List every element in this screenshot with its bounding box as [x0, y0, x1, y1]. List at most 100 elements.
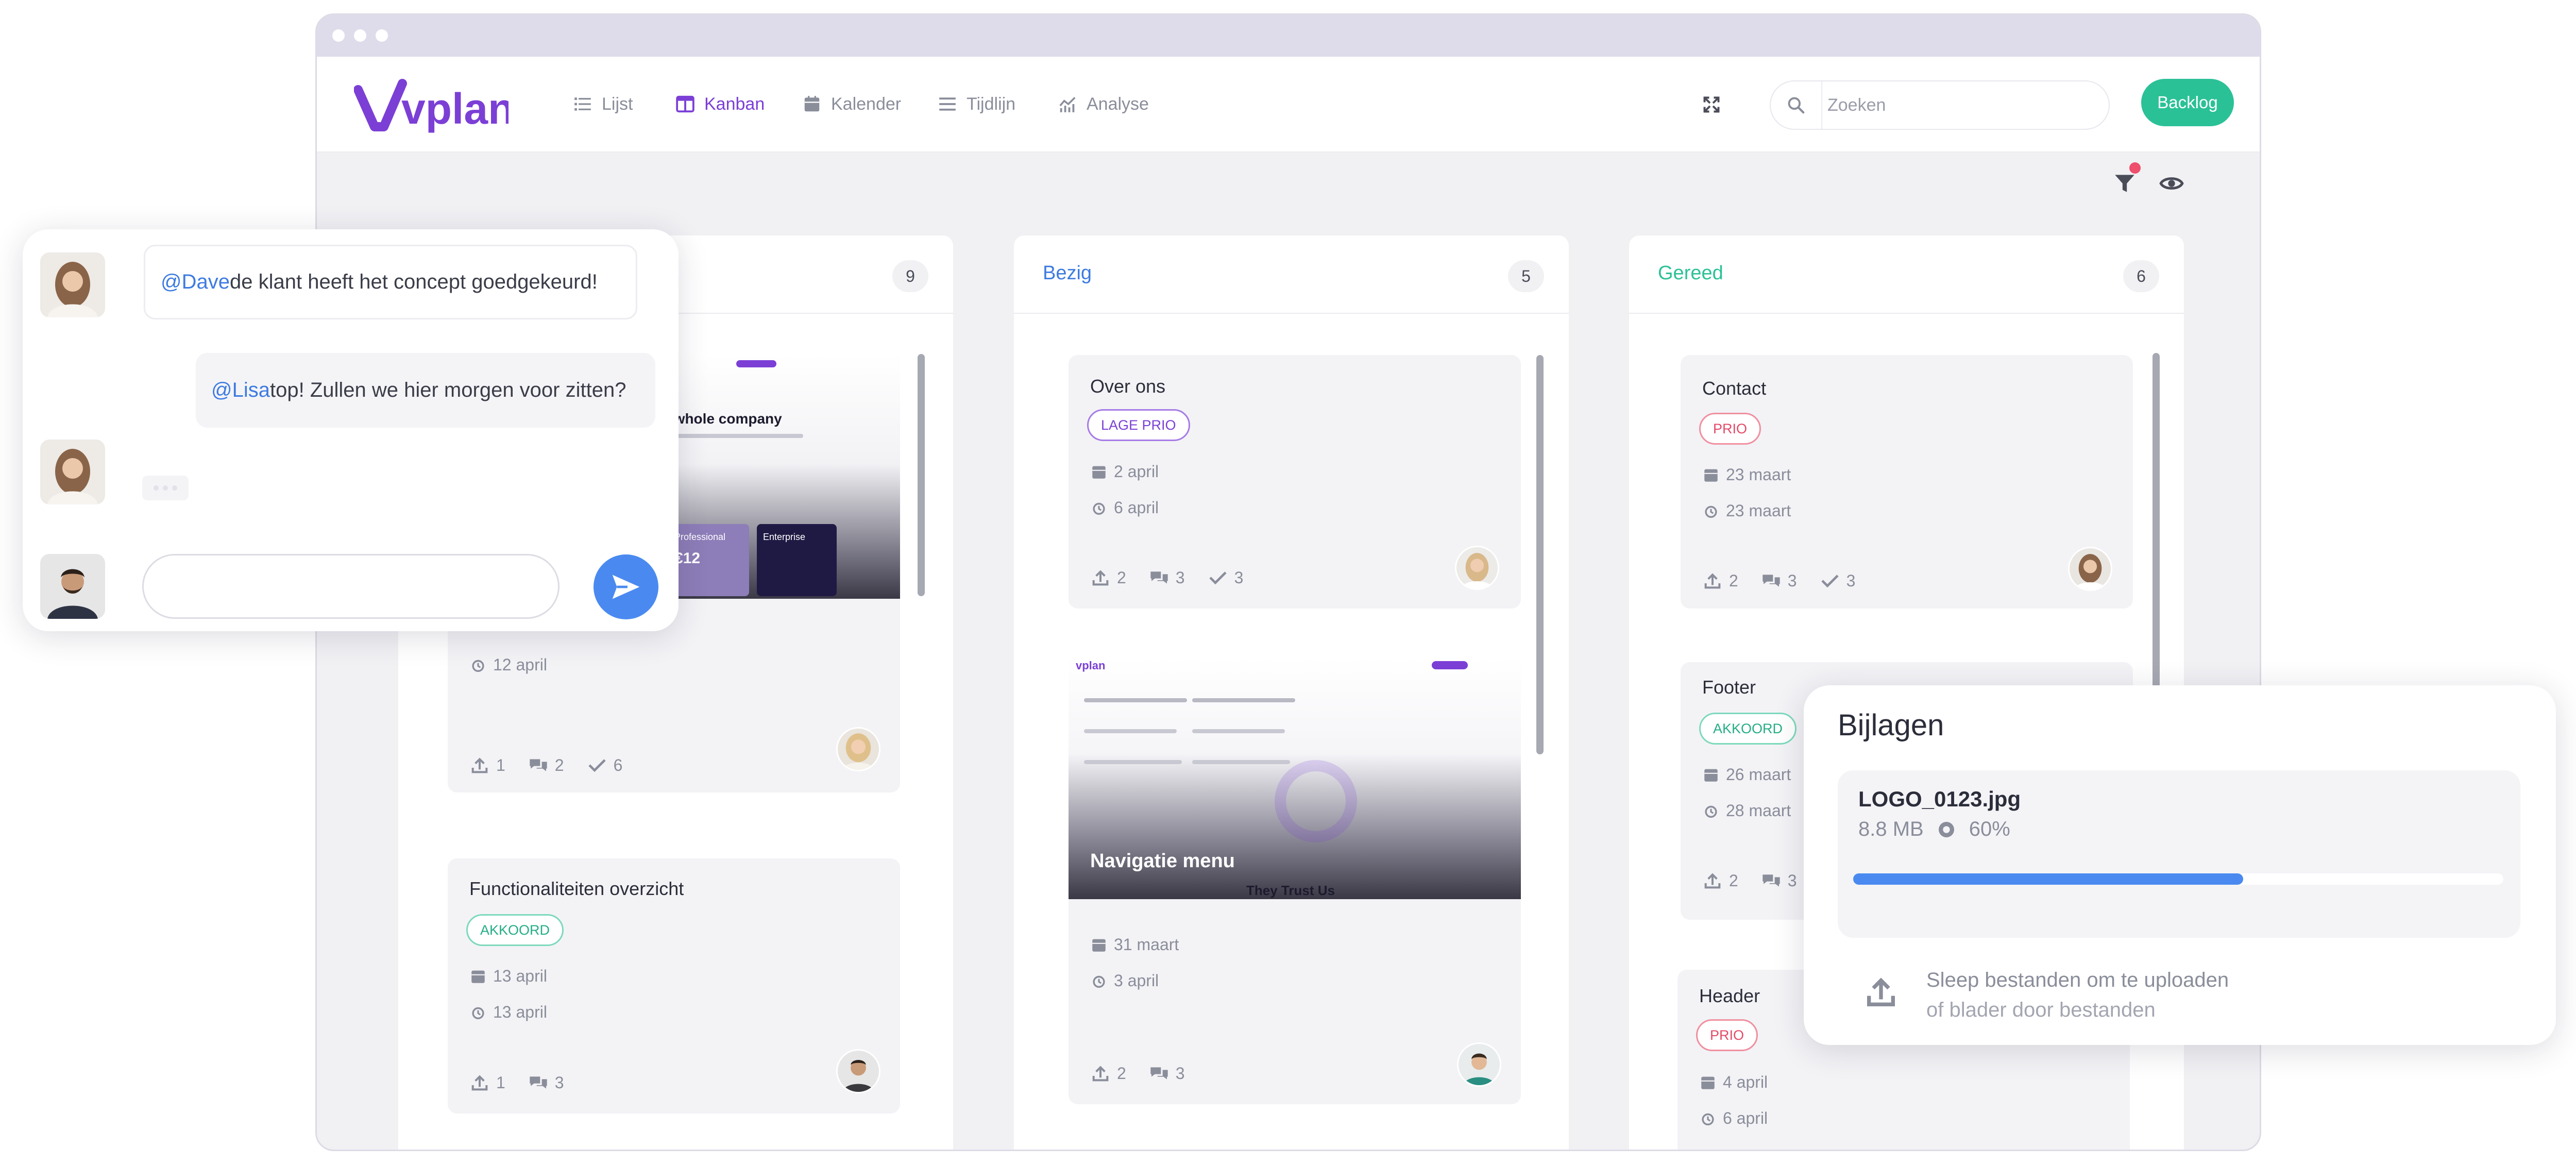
- window-dot[interactable]: [354, 29, 366, 42]
- comments-icon: [1150, 1067, 1168, 1079]
- assignee-avatar[interactable]: [836, 727, 880, 771]
- start-date-text: 26 maart: [1726, 765, 1791, 784]
- search-icon[interactable]: [1771, 81, 1822, 129]
- card-start-date: 26 maart: [1702, 765, 1791, 784]
- upload-icon: [1092, 1066, 1109, 1082]
- column-header: Gereed 6: [1629, 235, 2184, 314]
- file-meta: 8.8 MB 60%: [1858, 818, 2010, 841]
- task-card[interactable]: vplan They Trust Us Navigatie menu 31 ma…: [1069, 657, 1521, 1104]
- task-card[interactable]: Over ons LAGE PRIO 2 april 6 april 2 3 3: [1069, 355, 1521, 609]
- task-card[interactable]: Functionaliteiten overzicht AKKOORD 13 a…: [448, 858, 900, 1114]
- backlog-button[interactable]: Backlog: [2141, 79, 2234, 126]
- due-date-text: 6 april: [1723, 1109, 1768, 1127]
- column-scrollbar[interactable]: [1536, 355, 1544, 754]
- card-due-date: 6 april: [1699, 1109, 1768, 1128]
- card-stats: 2 3: [1702, 870, 1797, 891]
- search-input[interactable]: [1827, 89, 2095, 122]
- card-due-date: 6 april: [1090, 498, 1159, 517]
- attachment-count-text: 2: [1117, 1064, 1126, 1083]
- user-avatar-dave[interactable]: [40, 554, 105, 619]
- status-badge: PRIO: [1699, 413, 1761, 445]
- progress-ring-icon: [1938, 821, 1954, 837]
- nav-tab-analyse[interactable]: Analyse: [1058, 89, 1149, 120]
- comments-icon: [1762, 575, 1780, 587]
- card-stats: 1 2 6: [469, 755, 622, 775]
- start-date-text: 13 april: [493, 967, 547, 985]
- status-badge: AKKOORD: [1699, 713, 1797, 745]
- nav-label: Lijst: [602, 94, 633, 114]
- mention-lisa[interactable]: @Lisa: [211, 379, 270, 402]
- comment-count-text: 3: [1175, 568, 1185, 587]
- due-date-text: 28 maart: [1726, 801, 1791, 820]
- status-badge: PRIO: [1696, 1019, 1758, 1051]
- calendar-icon: [1092, 939, 1106, 952]
- attachment-count: 2: [1702, 570, 1738, 591]
- due-date-text: 23 maart: [1726, 501, 1791, 520]
- nav-tab-tijdlijn[interactable]: Tijdlijn: [938, 89, 1015, 120]
- alarm-icon: [472, 1007, 484, 1019]
- attachment-count: 2: [1702, 870, 1738, 891]
- alarm-icon: [1705, 805, 1717, 818]
- card-start-date: 23 maart: [1702, 465, 1791, 484]
- nav-tab-kalender[interactable]: Kalender: [802, 89, 901, 120]
- check-count: 3: [1208, 567, 1243, 588]
- start-date-text: 23 maart: [1726, 465, 1791, 484]
- top-navigation: vplan Lijst Kanban Kalender Tijdlijn Ana…: [317, 57, 2260, 153]
- alarm-icon: [1705, 505, 1717, 518]
- calendar-icon: [1704, 769, 1718, 782]
- nav-tab-lijst[interactable]: Lijst: [573, 89, 633, 120]
- comment-count-text: 3: [1787, 871, 1797, 890]
- upload-dropzone[interactable]: Sleep bestanden om te uploaden of blader…: [1838, 953, 2520, 1025]
- upload-progress-fill: [1853, 873, 2244, 885]
- user-avatar-lisa[interactable]: [40, 440, 105, 504]
- alarm-icon: [1702, 1113, 1714, 1125]
- preview-line: [669, 434, 803, 438]
- comment-count: 3: [1761, 870, 1797, 891]
- card-stats: 2 3 3: [1702, 570, 1855, 591]
- preview-footer-text: They Trust Us: [1246, 883, 1335, 898]
- browse-files-link[interactable]: of blader door bestanden: [1926, 999, 2156, 1022]
- window-dot[interactable]: [332, 29, 345, 42]
- check-count-text: 3: [1846, 571, 1856, 590]
- upload-icon: [1092, 570, 1109, 586]
- assignee-avatar[interactable]: [1457, 1042, 1501, 1087]
- column-scrollbar[interactable]: [918, 354, 925, 596]
- comment-count-text: 3: [554, 1073, 564, 1092]
- vplan-logo[interactable]: vplan: [354, 69, 509, 136]
- mention-dave[interactable]: @Dave: [161, 271, 230, 294]
- filter-icon[interactable]: [2112, 171, 2138, 196]
- send-icon: [612, 575, 640, 599]
- nav-tab-kanban[interactable]: Kanban: [675, 89, 765, 120]
- alarm-icon: [1093, 975, 1105, 988]
- window-titlebar: [317, 15, 2260, 57]
- comment-count-text: 2: [554, 755, 564, 774]
- comments-icon: [530, 759, 547, 771]
- send-button[interactable]: [594, 554, 658, 619]
- preview-button: [736, 360, 776, 367]
- kanban-column-bezig: Bezig 5 Over ons LAGE PRIO 2 april 6 apr…: [1014, 235, 1569, 1150]
- status-badge: LAGE PRIO: [1087, 409, 1190, 441]
- comment-count: 3: [1149, 567, 1185, 588]
- assignee-avatar[interactable]: [1455, 546, 1499, 590]
- start-date-text: 4 april: [1723, 1073, 1768, 1091]
- card-due-date: 12 april: [469, 655, 547, 674]
- assignee-avatar[interactable]: [836, 1049, 880, 1093]
- fullscreen-button[interactable]: [1698, 91, 1725, 119]
- card-stats: 2 3: [1090, 1063, 1185, 1084]
- card-start-date: 4 april: [1699, 1073, 1768, 1092]
- user-avatar-lisa[interactable]: [40, 252, 105, 317]
- message-text: top! Zullen we hier morgen voor zitten?: [269, 379, 626, 401]
- task-card[interactable]: Contact PRIO 23 maart 23 maart 2 3 3: [1681, 355, 2133, 609]
- upload-icon: [471, 757, 488, 773]
- eye-icon[interactable]: [2159, 171, 2184, 196]
- assignee-avatar[interactable]: [2068, 547, 2112, 591]
- start-date-text: 31 maart: [1114, 935, 1179, 954]
- attachment-file[interactable]: LOGO_0123.jpg 8.8 MB 60%: [1838, 770, 2520, 938]
- chat-message-input[interactable]: [142, 554, 560, 619]
- check-count-text: 6: [613, 755, 623, 774]
- chat-panel: @Dave de klant heeft het concept goedgek…: [23, 229, 679, 631]
- window-dot[interactable]: [376, 29, 388, 42]
- upload-icon: [1704, 873, 1721, 889]
- card-title: Contact: [1702, 378, 1767, 399]
- preview-plan-label: Enterprise: [763, 532, 806, 542]
